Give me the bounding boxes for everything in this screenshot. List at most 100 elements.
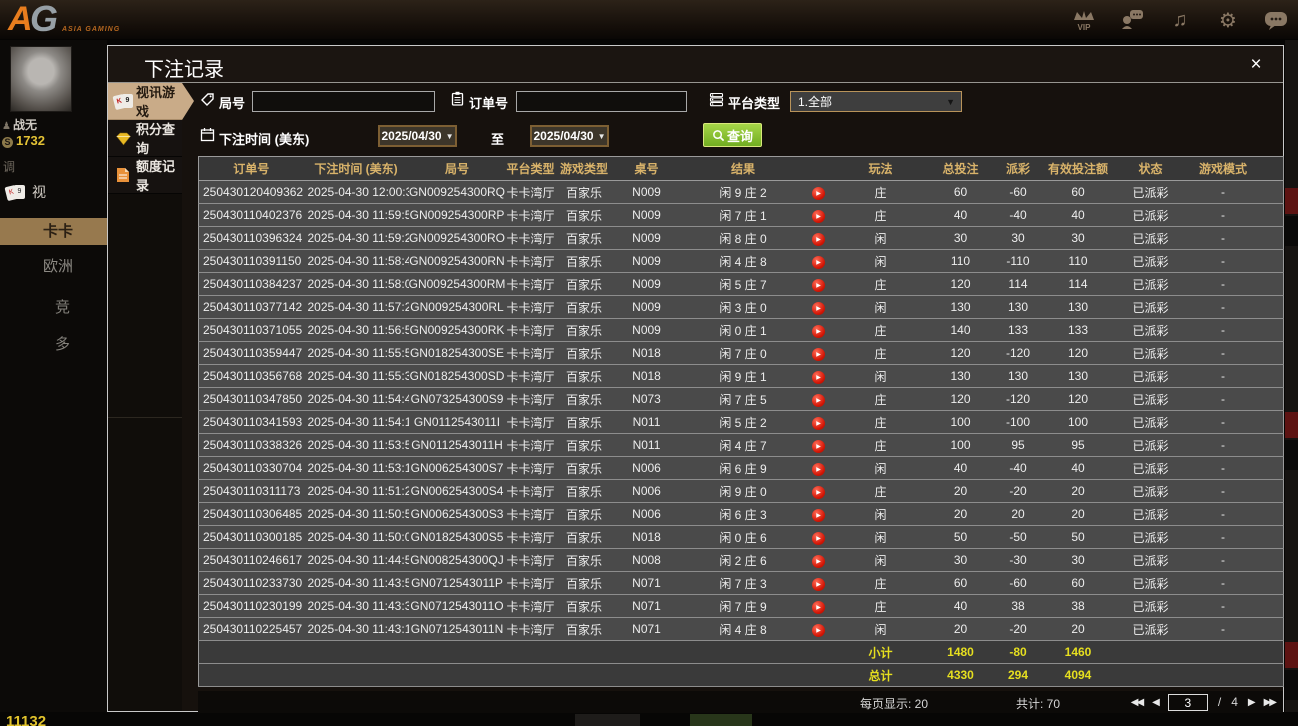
cell-table-number: N006 [613, 480, 681, 503]
game-number-input[interactable] [252, 91, 435, 112]
cards-icon: K9 [6, 184, 26, 201]
cell-filler [1256, 204, 1284, 227]
column-header: 局号 [409, 157, 506, 181]
play-video-icon[interactable]: ▶ [812, 509, 825, 522]
play-video-icon[interactable]: ▶ [812, 187, 825, 200]
cell-result: 闲 5 庄 2 [681, 411, 806, 434]
cell-bet-time: 2025-04-30 11:56:54 [304, 319, 409, 342]
cell-status: 已派彩 [1111, 204, 1191, 227]
customer-service-icon[interactable] [1118, 6, 1146, 34]
play-video-icon[interactable]: ▶ [812, 624, 825, 637]
cell-platform: 卡卡湾厅 [506, 480, 556, 503]
play-video-icon[interactable]: ▶ [812, 578, 825, 591]
play-video-icon[interactable]: ▶ [812, 371, 825, 384]
cell-table-number: N018 [613, 526, 681, 549]
page-input[interactable]: 3 [1168, 694, 1208, 711]
grand-total-total-bet: 4330 [931, 664, 991, 687]
first-page-icon[interactable]: ◀◀ [1131, 697, 1142, 708]
column-header: 状态 [1111, 157, 1191, 181]
table-row: 2504301103842372025-04-30 11:58:08GN0092… [199, 273, 1284, 296]
play-video-icon[interactable]: ▶ [812, 486, 825, 499]
play-video-icon[interactable]: ▶ [812, 302, 825, 315]
play-video-icon[interactable]: ▶ [812, 210, 825, 223]
cell-bet-on: 闲 [831, 618, 931, 641]
cell-order-number: 250430110384237 [199, 273, 304, 296]
cell-game-mode: - [1191, 250, 1256, 273]
cell-game-mode: - [1191, 572, 1256, 595]
grand-total-payout: 294 [991, 664, 1046, 687]
play-video-icon[interactable]: ▶ [812, 417, 825, 430]
pagination-bar: 每页显示: 20 共计: 70 ◀◀ ◀ 3 / 4 ▶ ▶▶ [198, 691, 1283, 713]
tab-points-query[interactable]: 积分查询 [108, 120, 182, 157]
play-video-icon[interactable]: ▶ [812, 256, 825, 269]
cell-filler [1256, 549, 1284, 572]
cell-payout: 30 [991, 227, 1046, 250]
table-row: 2504301104023762025-04-30 11:59:57GN0092… [199, 204, 1284, 227]
order-number-input[interactable] [516, 91, 687, 112]
background-menu-item[interactable]: 竞 [55, 296, 70, 317]
svg-text:VIP: VIP [1078, 23, 1092, 32]
cell-game-type: 百家乐 [556, 181, 613, 204]
music-icon[interactable]: ♫ [1166, 6, 1194, 34]
settings-gear-icon[interactable]: ⚙ [1214, 6, 1242, 34]
cell-order-number: 250430110311173 [199, 480, 304, 503]
cell-order-number: 250430110391150 [199, 250, 304, 273]
date-from-button[interactable]: 2025/04/30▼ [378, 125, 457, 147]
cards-icon: K9 [114, 93, 132, 110]
next-page-icon[interactable]: ▶ [1248, 697, 1254, 708]
date-to-value: 2025/04/30 [534, 129, 594, 143]
pagination-nav: ◀◀ ◀ 3 / 4 ▶ ▶▶ [1131, 691, 1275, 713]
play-video-icon[interactable]: ▶ [812, 601, 825, 614]
table-row: 2504301102254572025-04-30 11:43:13GN0712… [199, 618, 1284, 641]
cell-game-number: GN0712543011N [409, 618, 506, 641]
cell-video: ▶ [806, 457, 831, 480]
play-video-icon[interactable]: ▶ [812, 348, 825, 361]
prev-page-icon[interactable]: ◀ [1152, 697, 1158, 708]
cell-bet-time: 2025-04-30 11:53:14 [304, 457, 409, 480]
play-video-icon[interactable]: ▶ [812, 532, 825, 545]
cell-video: ▶ [806, 273, 831, 296]
background-fragment [1285, 642, 1298, 668]
background-menu-item-active[interactable]: 卡卡 [0, 218, 107, 245]
cell-game-number: GN006254300S3 [409, 503, 506, 526]
vip-icon[interactable]: VIP [1070, 6, 1098, 34]
chat-icon[interactable] [1262, 6, 1290, 34]
play-video-icon[interactable]: ▶ [812, 555, 825, 568]
cell-total-bet: 20 [931, 618, 991, 641]
date-to-button[interactable]: 2025/04/30▼ [530, 125, 609, 147]
cell-status: 已派彩 [1111, 526, 1191, 549]
platform-type-select[interactable]: 1.全部 ▼ [790, 91, 962, 112]
cell-total-bet: 20 [931, 503, 991, 526]
play-video-icon[interactable]: ▶ [812, 233, 825, 246]
game-number-label: 局号 [219, 93, 245, 112]
cell-total-bet: 40 [931, 457, 991, 480]
play-video-icon[interactable]: ▶ [812, 463, 825, 476]
cell-table-number: N006 [613, 503, 681, 526]
cell-platform: 卡卡湾厅 [506, 503, 556, 526]
cell-video: ▶ [806, 204, 831, 227]
cell-valid-bet: 60 [1046, 181, 1111, 204]
background-menu-item[interactable]: 多 [55, 333, 70, 354]
grand-total-row: 总计 4330 294 4094 [199, 664, 1284, 687]
last-page-icon[interactable]: ▶▶ [1264, 697, 1275, 708]
cell-payout: 38 [991, 595, 1046, 618]
cell-payout: -60 [991, 572, 1046, 595]
search-button[interactable]: 查询 [703, 123, 762, 147]
background-menu-item[interactable]: 欧洲 [43, 255, 73, 276]
subtotal-row: 小计 1480 -80 1460 [199, 641, 1284, 664]
column-header [1256, 157, 1284, 181]
play-video-icon[interactable]: ▶ [812, 325, 825, 338]
cell-order-number: 250430110377142 [199, 296, 304, 319]
logo-subtitle: ASIA GAMING [62, 26, 120, 33]
tab-quota-records[interactable]: 额度记录 [108, 157, 182, 194]
cell-bet-time: 2025-04-30 11:55:53 [304, 342, 409, 365]
close-icon[interactable]: × [1245, 54, 1267, 76]
cell-platform: 卡卡湾厅 [506, 618, 556, 641]
tab-video-games[interactable]: K9 视讯游戏 [108, 83, 182, 120]
play-video-icon[interactable]: ▶ [812, 279, 825, 292]
cell-payout: -20 [991, 618, 1046, 641]
table-row: 2504301103911502025-04-30 11:58:47GN0092… [199, 250, 1284, 273]
play-video-icon[interactable]: ▶ [812, 394, 825, 407]
cell-game-mode: - [1191, 411, 1256, 434]
play-video-icon[interactable]: ▶ [812, 440, 825, 453]
